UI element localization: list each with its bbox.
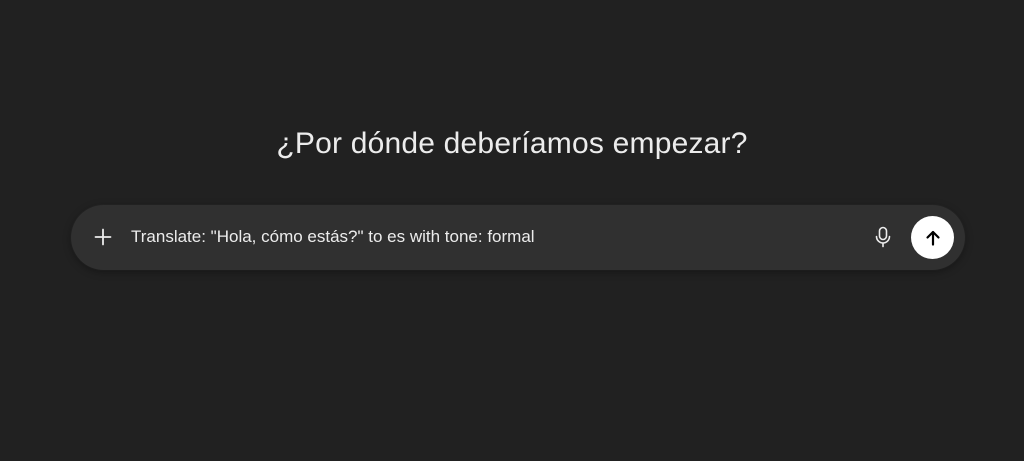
prompt-input[interactable]: [131, 223, 851, 251]
message-composer: [71, 205, 965, 270]
voice-input-button[interactable]: [870, 224, 896, 250]
add-attachment-button[interactable]: [89, 223, 117, 251]
microphone-icon: [875, 226, 891, 248]
page-title: ¿Por dónde deberíamos empezar?: [276, 127, 748, 160]
arrow-up-icon: [925, 230, 940, 246]
send-button[interactable]: [911, 216, 954, 259]
plus-icon: [94, 228, 112, 246]
chat-home: ¿Por dónde deberíamos empezar?: [0, 0, 1024, 461]
